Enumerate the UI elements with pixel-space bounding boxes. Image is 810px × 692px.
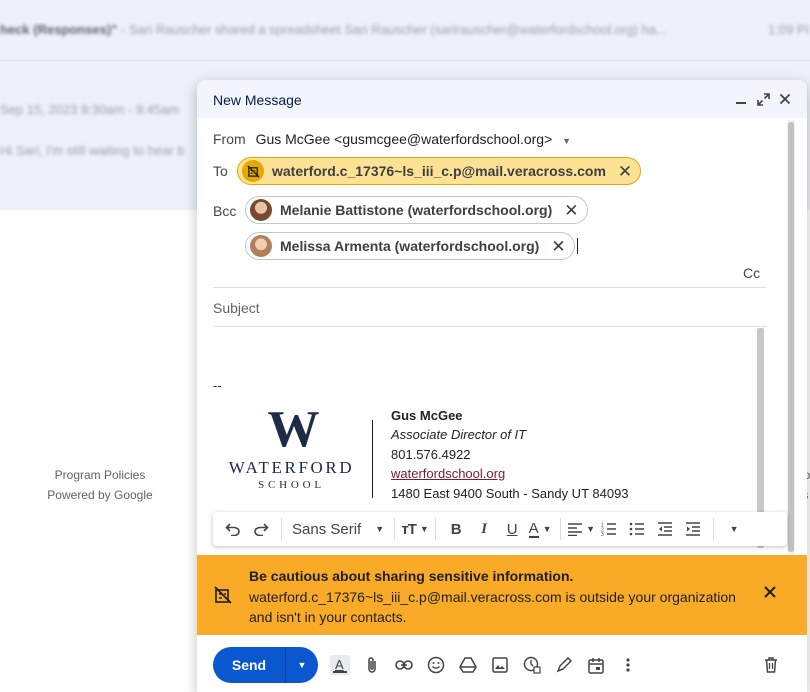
divider (213, 287, 767, 288)
send-label: Send (231, 657, 267, 673)
compose-title: New Message (213, 91, 302, 108)
logo-wordmark: WATERFORD (228, 458, 355, 477)
logo-school: SCHOOL (258, 479, 325, 491)
chevron-down-icon: ▼ (375, 524, 385, 534)
link-icon[interactable] (393, 654, 415, 676)
avatar (250, 199, 272, 221)
more-formatting-icon[interactable]: ▼ (720, 516, 748, 542)
expand-icon[interactable] (753, 89, 773, 109)
footer: Program Policies Powered by Google (40, 465, 160, 505)
waterford-logo: W WATERFORD SCHOOL (219, 401, 364, 492)
compose-window: New Message From Gus McGee <gusmcgee@wat… (197, 80, 807, 692)
emoji-icon[interactable] (425, 654, 447, 676)
bulleted-list-icon[interactable] (623, 516, 651, 542)
signature-title: Associate Director of IT (391, 427, 527, 442)
email-snippet: - Sari Rauscher shared a spreadsheet Sar… (117, 22, 667, 37)
signature-separator: -- (213, 378, 222, 393)
signature-link[interactable]: waterfordschool.org (391, 466, 505, 481)
italic-icon[interactable]: I (470, 516, 498, 542)
signature-phone: 801.576.4922 (391, 447, 471, 462)
svg-text:A: A (335, 657, 344, 672)
text-color-icon[interactable]: A ▼ (526, 516, 554, 542)
email-time: 1:09 PM (768, 22, 808, 37)
cc-button[interactable]: Cc (743, 265, 760, 281)
warning-title: Be cautious about sharing sensitive info… (249, 568, 574, 584)
to-recipient-chip[interactable]: waterford.c_17376~ls_iii_c.p@mail.veracr… (237, 157, 642, 185)
divider (0, 60, 810, 61)
from-value[interactable]: Gus McGee <gusmcgee@waterfordschool.org> (256, 131, 553, 147)
to-recipient-email: waterford.c_17376~ls_iii_c.p@mail.veracr… (272, 163, 606, 179)
program-policies-link[interactable]: Program Policies (40, 465, 160, 485)
divider (213, 326, 767, 327)
align-icon[interactable]: ▼ (567, 516, 595, 542)
chevron-down-icon[interactable]: ▼ (562, 136, 571, 146)
email-subject: heck (Responses)" (0, 22, 118, 37)
email-row[interactable]: heck (Responses)" - Sari Rauscher shared… (0, 22, 810, 37)
compose-bottom-bar: Send ▼ A (197, 640, 807, 692)
drive-icon[interactable] (457, 654, 479, 676)
remove-recipient-icon[interactable]: ✕ (551, 238, 565, 255)
schedule-icon[interactable] (585, 654, 607, 676)
divider (560, 518, 562, 540)
subject-input[interactable]: Subject (213, 300, 260, 316)
font-select[interactable]: Sans Serif ▼ (288, 516, 388, 542)
undo-icon[interactable] (219, 516, 247, 542)
bcc-recipient-name: Melanie Battistone (waterfordschool.org) (280, 202, 553, 218)
more-options-icon[interactable] (617, 654, 639, 676)
from-label: From (213, 131, 246, 147)
external-recipient-icon (213, 585, 233, 610)
bold-icon[interactable]: B (442, 516, 470, 542)
external-recipient-warning: Be cautious about sharing sensitive info… (197, 555, 807, 635)
divider (435, 518, 437, 540)
divider (281, 518, 282, 540)
divider (394, 518, 396, 540)
to-label: To (213, 163, 228, 179)
from-row[interactable]: From Gus McGee <gusmcgee@waterfordschool… (213, 131, 571, 147)
signature-divider (372, 420, 373, 498)
remove-recipient-icon[interactable]: ✕ (564, 202, 578, 219)
text-size-icon[interactable]: тT ▼ (401, 516, 429, 542)
discard-draft-icon[interactable] (760, 654, 782, 676)
signature-icon[interactable] (553, 654, 575, 676)
logo-mark: W (267, 401, 320, 458)
bcc-label: Bcc (213, 203, 237, 219)
close-icon[interactable] (775, 89, 795, 109)
font-select-value: Sans Serif (292, 520, 362, 538)
compose-header[interactable]: New Message (197, 80, 807, 118)
signature-address: 1480 East 9400 South - Sandy UT 84093 (391, 486, 629, 501)
remove-recipient-icon[interactable]: ✕ (618, 163, 632, 180)
avatar (250, 235, 272, 257)
schedule-send-chevron-icon[interactable]: ▼ (286, 660, 318, 670)
external-recipient-icon (242, 160, 264, 182)
dismiss-warning-icon[interactable] (763, 585, 777, 604)
indent-less-icon[interactable] (651, 516, 679, 542)
numbered-list-icon[interactable]: 123 (595, 516, 623, 542)
formatting-options-icon[interactable]: A (329, 654, 351, 676)
bcc-recipient-name: Melissa Armenta (waterfordschool.org) (280, 238, 540, 254)
indent-more-icon[interactable] (679, 516, 707, 542)
warning-body: waterford.c_17376~ls_iii_c.p@mail.veracr… (249, 589, 736, 625)
attach-icon[interactable] (361, 654, 383, 676)
divider (713, 518, 715, 540)
svg-text:3: 3 (601, 532, 604, 536)
email-snippet: Hi Sari, I'm still waiting to hear b (0, 143, 185, 158)
bcc-recipient-chip[interactable]: Melissa Armenta (waterfordschool.org) ✕ (245, 232, 575, 260)
powered-by-text: Powered by Google (47, 488, 153, 502)
confidential-mode-icon[interactable] (521, 654, 543, 676)
bcc-recipient-chip[interactable]: Melanie Battistone (waterfordschool.org)… (245, 196, 588, 224)
send-button[interactable]: Send ▼ (213, 647, 318, 683)
underline-icon[interactable]: U (498, 516, 526, 542)
formatting-toolbar: Sans Serif ▼ тT ▼ B I U A ▼ ▼ 123 ▼ (213, 512, 787, 546)
insert-photo-icon[interactable] (489, 654, 511, 676)
minimize-icon[interactable] (731, 89, 751, 109)
redo-icon[interactable] (247, 516, 275, 542)
text-cursor (577, 238, 578, 254)
compose-scrollbar[interactable] (787, 120, 795, 554)
signature-name: Gus McGee (391, 408, 463, 423)
event-time: Sep 15, 2023 9:30am - 9:45am (0, 102, 180, 117)
